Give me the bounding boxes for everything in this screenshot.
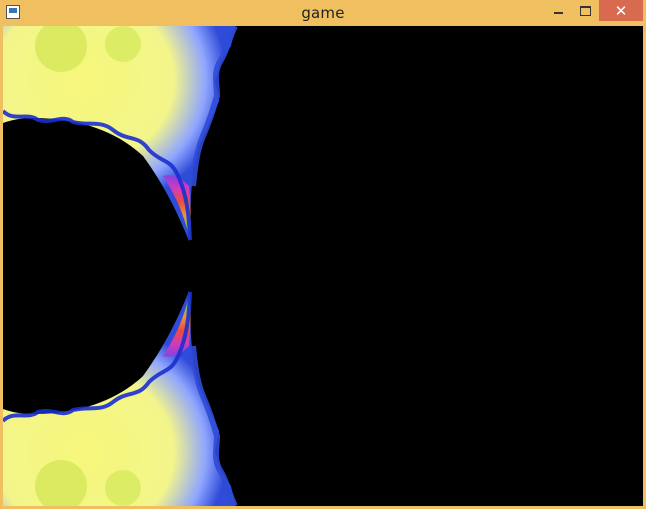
fractal-render bbox=[3, 26, 238, 506]
render-canvas[interactable] bbox=[3, 26, 643, 506]
close-button[interactable]: ✕ bbox=[599, 0, 643, 21]
close-icon: ✕ bbox=[614, 2, 628, 20]
minimize-button[interactable] bbox=[543, 0, 573, 21]
maximize-button[interactable] bbox=[570, 0, 600, 21]
app-window: game ✕ bbox=[0, 0, 646, 509]
fractal-highlight bbox=[105, 470, 141, 506]
fractal-highlight bbox=[105, 26, 141, 62]
minimize-icon bbox=[554, 12, 563, 14]
maximize-icon bbox=[580, 6, 591, 16]
title-bar[interactable]: game ✕ bbox=[0, 0, 646, 26]
